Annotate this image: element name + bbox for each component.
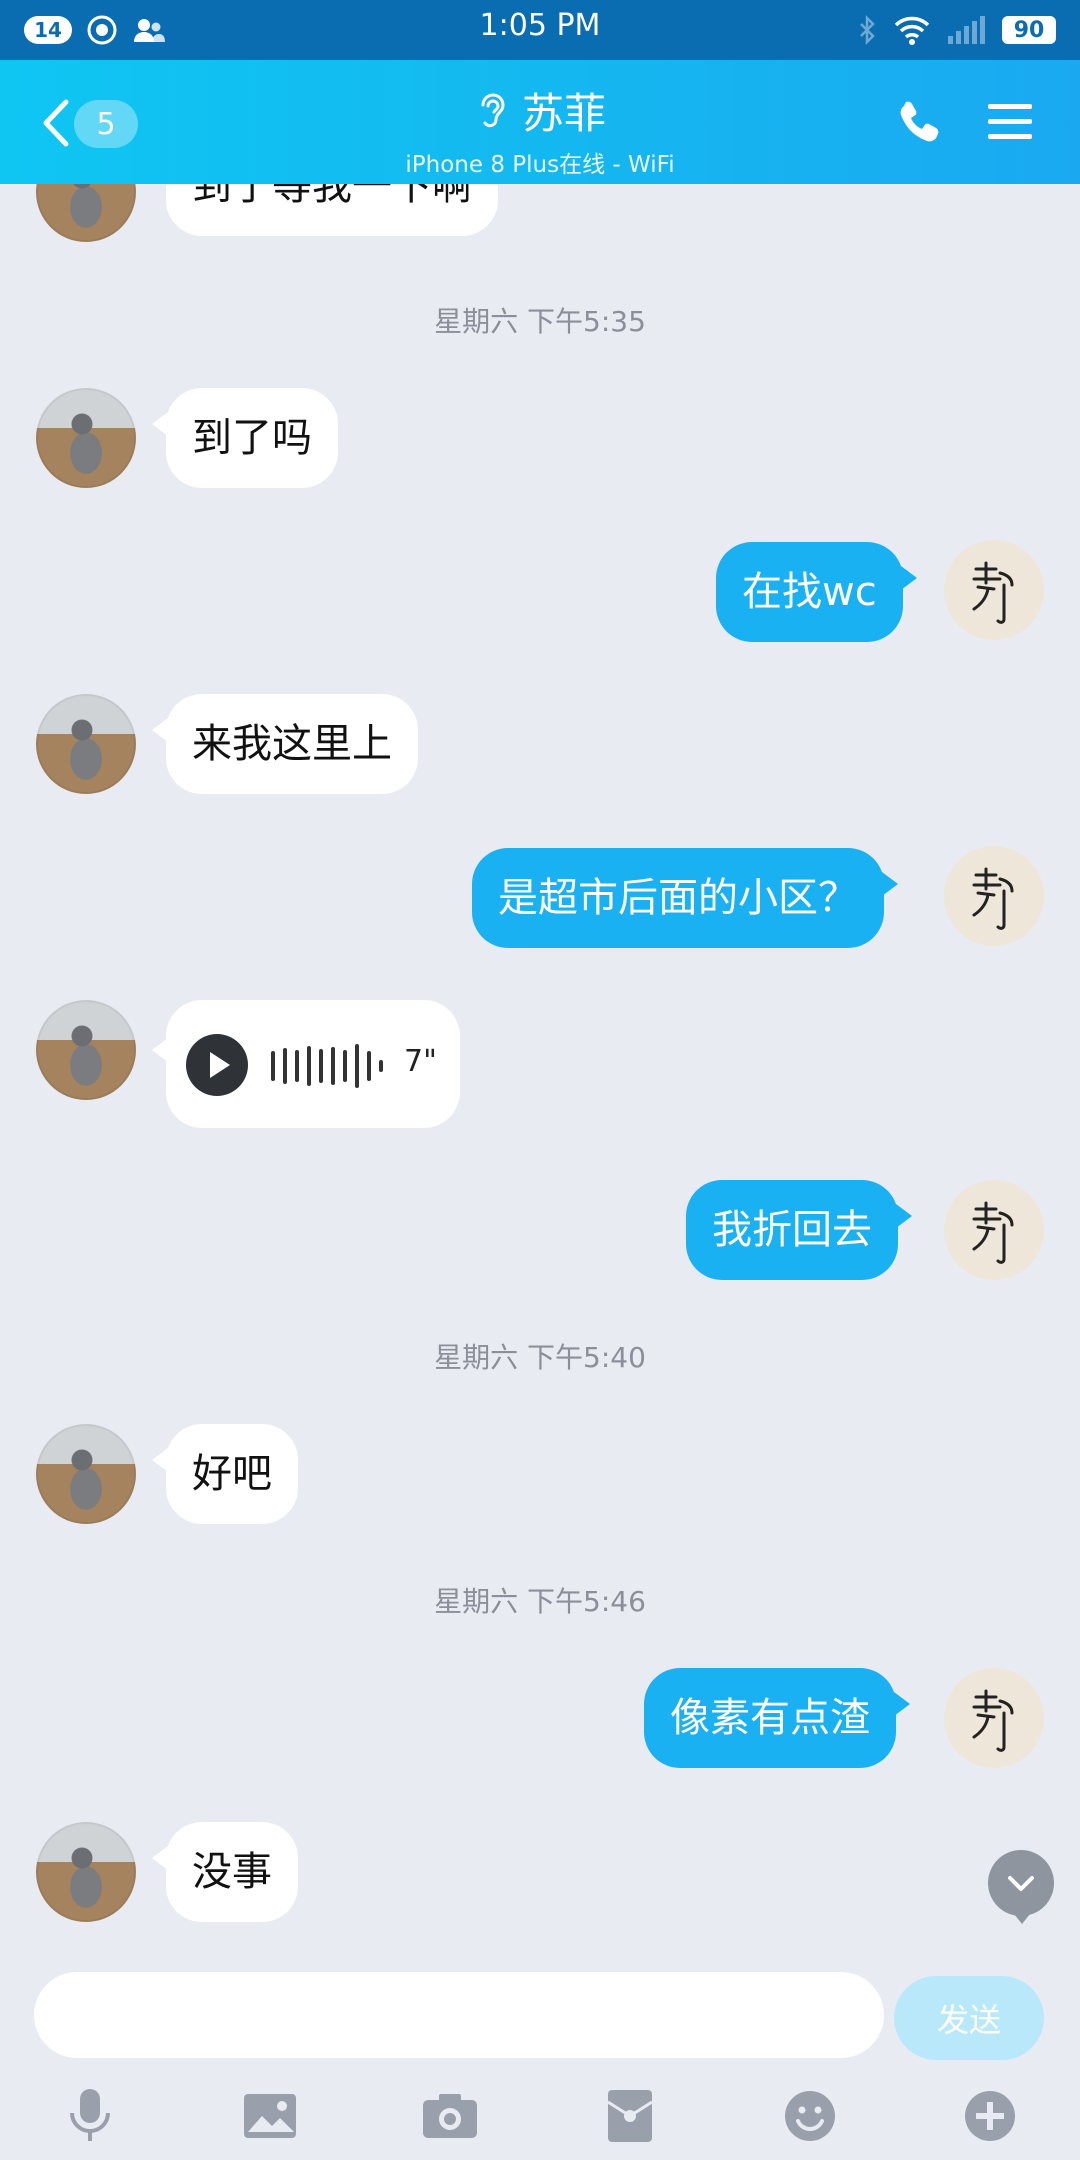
contact-avatar[interactable] [36, 694, 136, 794]
waveform-icon [271, 1044, 383, 1088]
back-chevron-icon[interactable] [40, 98, 74, 148]
phone-icon[interactable] [896, 98, 944, 146]
red-packet-icon[interactable] [600, 2086, 660, 2146]
image-icon[interactable] [240, 2086, 300, 2146]
my-avatar[interactable] [944, 540, 1044, 640]
message-input[interactable] [34, 1972, 884, 2058]
my-avatar[interactable] [944, 1180, 1044, 1280]
incoming-message[interactable]: 没事 [152, 1822, 298, 1922]
calligraphy-avatar-image [972, 1201, 1014, 1264]
my-avatar[interactable] [944, 1668, 1044, 1768]
contact-avatar[interactable] [36, 388, 136, 488]
my-avatar[interactable] [944, 846, 1044, 946]
contact-avatar[interactable] [36, 1424, 136, 1524]
outgoing-message[interactable]: 在找wc [716, 542, 917, 642]
calligraphy-avatar-image [972, 1689, 1014, 1752]
play-icon[interactable] [186, 1034, 248, 1096]
timestamp: 星期六 下午5:40 [434, 1341, 646, 1374]
incoming-message[interactable]: 来我这里上 [152, 694, 418, 794]
timestamp: 星期六 下午5:46 [434, 1585, 646, 1618]
calligraphy-avatar-image [972, 867, 1014, 930]
outgoing-message[interactable]: 我折回去 [686, 1180, 912, 1280]
outgoing-message[interactable]: 像素有点渣 [644, 1668, 910, 1768]
back-unread-count[interactable]: 5 [74, 100, 138, 148]
incoming-message[interactable]: 到了等我一下啊 [166, 184, 498, 236]
online-status: iPhone 8 Plus在线 - WiFi [405, 152, 675, 178]
chevron-down-icon [1008, 1876, 1034, 1891]
plus-icon[interactable] [960, 2086, 1020, 2146]
message-list[interactable]: 到了等我一下啊 星期六 下午5:35 到了吗 在找wc 来我这里上 是超市后面的… [0, 184, 1080, 1964]
wifi-icon [894, 16, 930, 45]
outgoing-message[interactable]: 是超市后面的小区？ [472, 848, 898, 948]
contact-avatar[interactable] [36, 1000, 136, 1100]
camera-icon[interactable] [420, 2086, 480, 2146]
title-block: 苏菲 iPhone 8 Plus在线 - WiFi [300, 80, 780, 179]
contact-name: 苏菲 [521, 89, 606, 138]
composer: 发送 [0, 1964, 1080, 2060]
calligraphy-avatar-image [972, 561, 1014, 624]
voice-message[interactable]: 7" [152, 1000, 460, 1128]
send-button[interactable]: 发送 [894, 1976, 1044, 2060]
chat-header: 5 苏菲 iPhone 8 Plus在线 - WiFi [0, 60, 1080, 184]
menu-icon[interactable] [986, 100, 1034, 144]
incoming-message[interactable]: 到了吗 [152, 388, 338, 488]
ear-icon[interactable] [474, 91, 508, 131]
voice-duration: 7" [404, 1044, 437, 1079]
incoming-message[interactable]: 好吧 [152, 1424, 298, 1524]
status-bar: 14 1:05 PM 90 [0, 0, 1080, 60]
status-right: 90 [858, 12, 1056, 48]
timestamp: 星期六 下午5:35 [434, 305, 646, 338]
bluetooth-icon [860, 15, 875, 45]
contact-avatar[interactable] [36, 1822, 136, 1922]
signal-icon [948, 16, 985, 44]
contact-avatar[interactable] [36, 184, 136, 242]
composer-toolbar [0, 2072, 1080, 2160]
microphone-icon[interactable] [60, 2086, 120, 2146]
emoji-icon[interactable] [780, 2086, 840, 2146]
scroll-down-icon[interactable] [988, 1850, 1054, 1924]
battery-indicator: 90 [1002, 16, 1056, 44]
